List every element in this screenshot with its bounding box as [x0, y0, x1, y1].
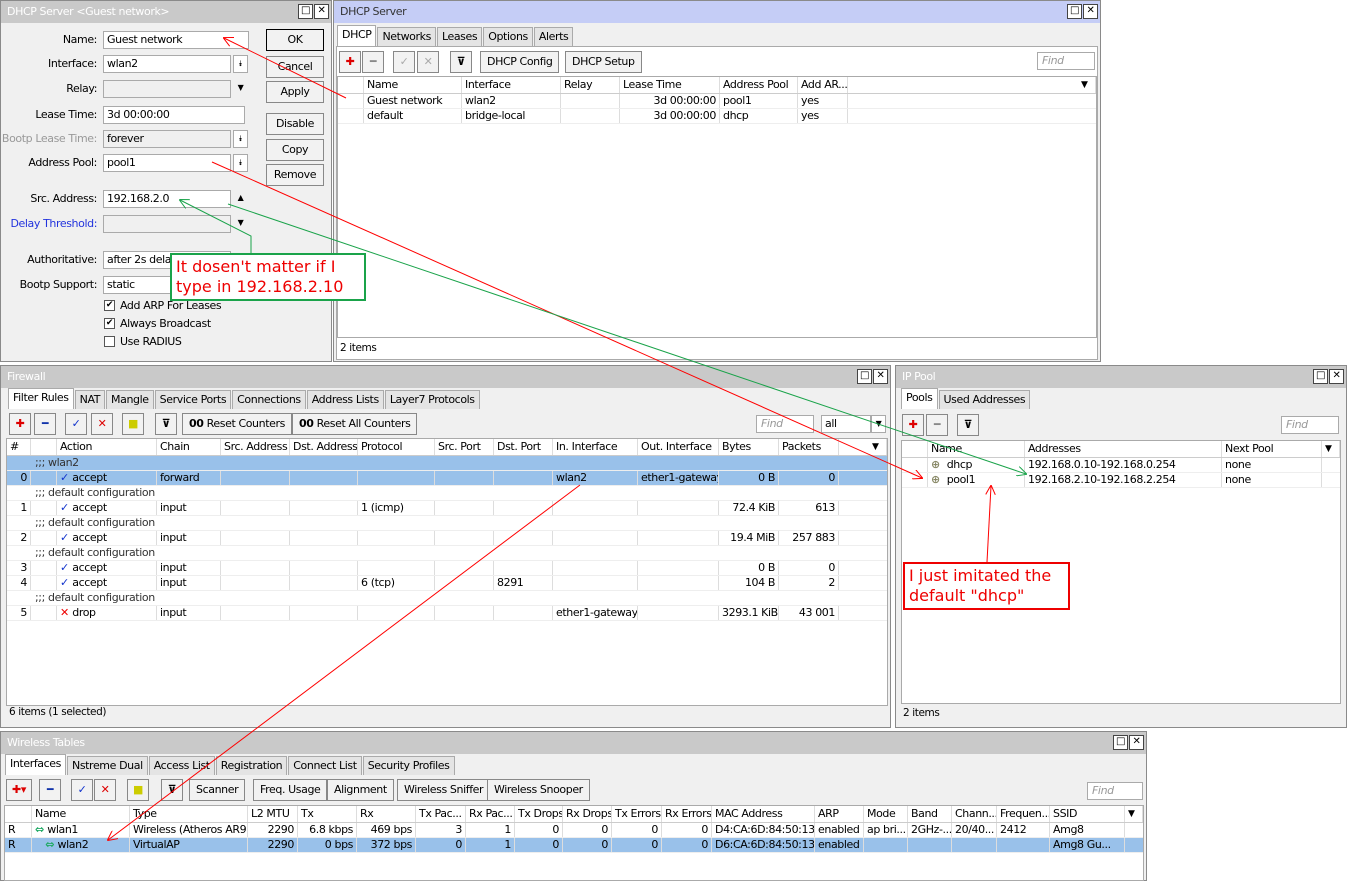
arrow-note-to-pool — [987, 486, 991, 563]
note-line: It dosen't matter if I — [176, 257, 336, 276]
note-line: type in 192.168.2.10 — [176, 277, 344, 296]
src-address-note: It dosen't matter if Itype in 192.168.2.… — [170, 253, 366, 301]
note-line: default "dhcp" — [909, 586, 1025, 605]
annotation-arrows — [0, 0, 1361, 879]
arrow-wlan2 — [108, 484, 581, 840]
arrow-to-name — [224, 38, 347, 99]
pool-note: I just imitated the default "dhcp" — [903, 562, 1070, 610]
arrow-pool-to-ippool — [211, 161, 922, 478]
arrow-src-to-addresses — [227, 203, 1026, 474]
note-line: I just imitated the — [909, 566, 1052, 585]
